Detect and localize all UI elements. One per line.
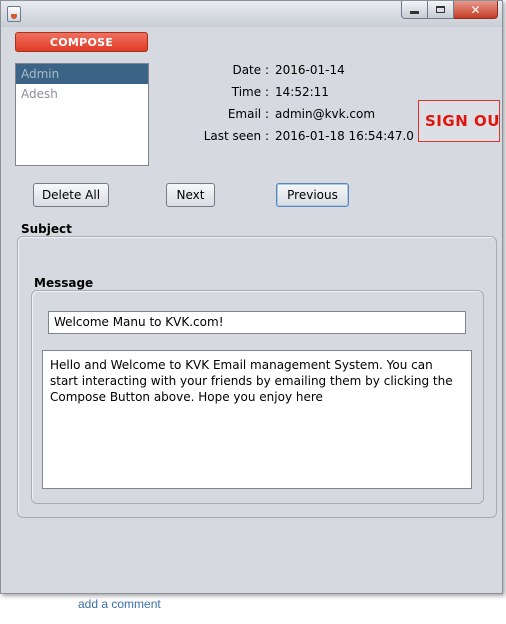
window-controls: ✕ [401,1,498,20]
title-bar[interactable]: ✕ [1,1,502,27]
maximize-button[interactable] [428,1,454,19]
email-label: Email : [227,107,269,121]
message-textarea[interactable]: Hello and Welcome to KVK Email managemen… [42,350,472,489]
time-row: Time : [0,84,269,100]
date-row: Date : [0,62,269,78]
date-label: Date : [232,63,269,77]
compose-button[interactable]: COMPOSE [15,32,148,52]
subject-label: Subject [21,222,72,236]
compose-label: COMPOSE [49,35,114,49]
date-value: 2016-01-14 [275,63,345,77]
delete-all-button[interactable]: Delete All [33,183,109,207]
last-seen-label: Last seen : [203,129,269,143]
previous-button[interactable]: Previous [276,183,349,207]
message-label: Message [34,276,94,290]
subject-field[interactable]: Welcome Manu to KVK.com! [48,311,466,334]
minimize-icon [410,10,419,14]
email-value: admin@kvk.com [275,107,376,121]
previous-label: Previous [287,188,338,202]
minimize-button[interactable] [401,1,428,19]
maximize-icon [436,6,445,13]
last-seen-row: Last seen : [0,128,269,144]
email-row: Email : [0,106,269,122]
time-value: 14:52:11 [275,85,329,99]
java-app-icon [7,6,21,22]
close-icon: ✕ [470,2,481,17]
close-button[interactable]: ✕ [454,1,498,19]
sign-out-button[interactable]: SIGN OUT [418,100,500,142]
next-label: Next [176,188,205,202]
next-button[interactable]: Next [166,183,215,207]
delete-all-label: Delete All [41,188,101,202]
sign-out-label: SIGN OUT [425,112,500,130]
time-label: Time : [231,85,269,99]
last-seen-value: 2016-01-18 16:54:47.0 [275,129,414,143]
add-comment-link[interactable]: add a comment [78,597,161,611]
